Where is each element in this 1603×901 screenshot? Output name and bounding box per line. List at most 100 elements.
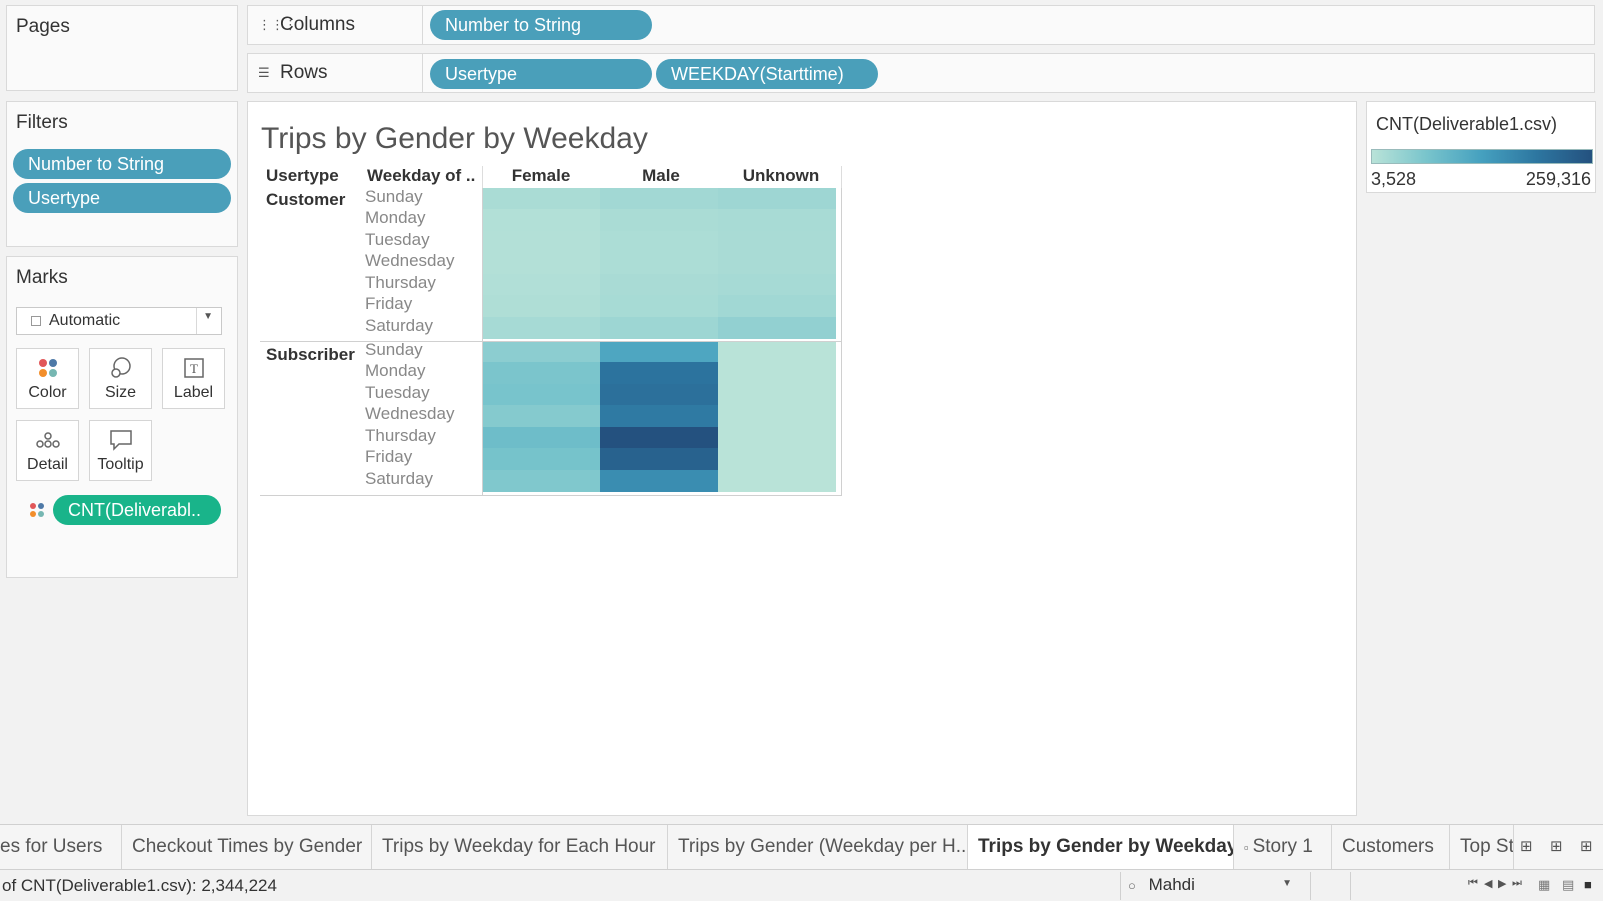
- header-unknown[interactable]: Unknown: [722, 166, 840, 186]
- group-subscriber[interactable]: Subscriber: [266, 345, 355, 365]
- heatmap-cell-subscriber-thursday-unknown[interactable]: [718, 426, 836, 449]
- viz-area[interactable]: Trips by Gender by Weekday Usertype Week…: [247, 101, 1357, 816]
- size-button[interactable]: Size: [89, 348, 152, 409]
- heatmap-cell-subscriber-sunday-male[interactable]: [600, 341, 718, 364]
- rows-shelf[interactable]: ☰ Rows Usertype WEEKDAY(Starttime): [247, 53, 1595, 93]
- heatmap-cell-customer-saturday-male[interactable]: [600, 316, 718, 339]
- heatmap-cell-customer-sunday-female[interactable]: [482, 188, 600, 211]
- group-customer[interactable]: Customer: [266, 190, 345, 210]
- weekday-label[interactable]: Friday: [365, 447, 412, 467]
- tab-trips-by-gender-by-weekday[interactable]: Trips by Gender by Weekday: [968, 825, 1234, 870]
- tabs-view-icon[interactable]: ■: [1584, 877, 1592, 892]
- tab-trips-by-weekday-hour[interactable]: Trips by Weekday for Each Hour: [372, 825, 668, 870]
- weekday-label[interactable]: Sunday: [365, 340, 423, 360]
- tab-trips-by-gender-weekday-per-hour[interactable]: Trips by Gender (Weekday per H...: [668, 825, 968, 870]
- heatmap-cell-customer-saturday-unknown[interactable]: [718, 316, 836, 339]
- color-legend[interactable]: CNT(Deliverable1.csv) 3,528 259,316: [1366, 101, 1596, 193]
- mark-type-dropdown[interactable]: Automatic ▼: [16, 307, 222, 335]
- rows-pill-usertype[interactable]: Usertype: [430, 59, 652, 89]
- pages-panel[interactable]: Pages: [6, 5, 238, 91]
- heatmap-cell-subscriber-friday-female[interactable]: [482, 448, 600, 471]
- heatmap-cell-subscriber-wednesday-unknown[interactable]: [718, 405, 836, 428]
- heatmap-cell-subscriber-wednesday-female[interactable]: [482, 405, 600, 428]
- heatmap-cell-customer-friday-unknown[interactable]: [718, 295, 836, 318]
- heatmap-cell-customer-tuesday-female[interactable]: [482, 230, 600, 253]
- filter-pill-number-to-string[interactable]: Number to String: [13, 149, 231, 179]
- heatmap-cell-customer-friday-male[interactable]: [600, 295, 718, 318]
- last-sheet-icon[interactable]: ⏭: [1512, 877, 1522, 890]
- header-male[interactable]: Male: [602, 166, 720, 186]
- rows-pill-weekday[interactable]: WEEKDAY(Starttime): [656, 59, 878, 89]
- heatmap-cell-subscriber-sunday-unknown[interactable]: [718, 341, 836, 364]
- heatmap-cell-customer-thursday-male[interactable]: [600, 273, 718, 296]
- weekday-label[interactable]: Tuesday: [365, 230, 430, 250]
- new-story-icon[interactable]: ⊞: [1580, 837, 1593, 855]
- heatmap-cell-subscriber-friday-male[interactable]: [600, 448, 718, 471]
- heatmap-cell-customer-tuesday-unknown[interactable]: [718, 230, 836, 253]
- heatmap-cell-subscriber-saturday-male[interactable]: [600, 469, 718, 492]
- columns-shelf[interactable]: ⋮⋮⋮ Columns Number to String: [247, 5, 1595, 45]
- heatmap-cell-subscriber-monday-female[interactable]: [482, 362, 600, 385]
- heatmap-cell-customer-saturday-female[interactable]: [482, 316, 600, 339]
- heatmap-cell-customer-tuesday-male[interactable]: [600, 230, 718, 253]
- heatmap-cell-customer-sunday-male[interactable]: [600, 188, 718, 211]
- heatmap-cell-subscriber-tuesday-unknown[interactable]: [718, 383, 836, 406]
- heatmap-cell-customer-friday-female[interactable]: [482, 295, 600, 318]
- heatmap-cell-subscriber-monday-male[interactable]: [600, 362, 718, 385]
- heatmap-cell-subscriber-monday-unknown[interactable]: [718, 362, 836, 385]
- heatmap-cell-customer-wednesday-female[interactable]: [482, 252, 600, 275]
- user-menu[interactable]: ○ Mahdi ▼: [1128, 875, 1298, 897]
- color-button[interactable]: Color: [16, 348, 79, 409]
- heatmap-cell-subscriber-thursday-male[interactable]: [600, 426, 718, 449]
- heatmap-cell-customer-sunday-unknown[interactable]: [718, 188, 836, 211]
- filter-pill-usertype[interactable]: Usertype: [13, 183, 231, 213]
- heatmap-cell-subscriber-wednesday-male[interactable]: [600, 405, 718, 428]
- filters-panel[interactable]: Filters Number to String Usertype: [6, 101, 238, 247]
- heatmap-cell-customer-monday-female[interactable]: [482, 209, 600, 232]
- weekday-label[interactable]: Monday: [365, 208, 425, 228]
- heatmap-cell-customer-thursday-female[interactable]: [482, 273, 600, 296]
- heatmap-cell-customer-monday-male[interactable]: [600, 209, 718, 232]
- weekday-label[interactable]: Wednesday: [365, 404, 454, 424]
- tab-times-for-users[interactable]: es for Users: [0, 825, 122, 870]
- tab-top-stations[interactable]: Top St: [1450, 825, 1514, 870]
- weekday-label[interactable]: Tuesday: [365, 383, 430, 403]
- weekday-label[interactable]: Friday: [365, 294, 412, 314]
- heatmap-cell-customer-wednesday-male[interactable]: [600, 252, 718, 275]
- heatmap-cell-customer-thursday-unknown[interactable]: [718, 273, 836, 296]
- filmstrip-view-icon[interactable]: ▤: [1562, 877, 1574, 893]
- detail-button[interactable]: Detail: [16, 420, 79, 481]
- header-female[interactable]: Female: [482, 166, 600, 186]
- heatmap-cell-subscriber-sunday-female[interactable]: [482, 341, 600, 364]
- weekday-label[interactable]: Saturday: [365, 316, 433, 336]
- grid-view-icon[interactable]: ▦: [1538, 877, 1550, 893]
- heatmap-cell-customer-wednesday-unknown[interactable]: [718, 252, 836, 275]
- tooltip-button[interactable]: Tooltip: [89, 420, 152, 481]
- tab-customers[interactable]: Customers: [1332, 825, 1450, 870]
- columns-pill-number-to-string[interactable]: Number to String: [430, 10, 652, 40]
- heatmap-cell-subscriber-friday-unknown[interactable]: [718, 448, 836, 471]
- weekday-label[interactable]: Thursday: [365, 426, 436, 446]
- weekday-label[interactable]: Wednesday: [365, 251, 454, 271]
- heatmap-cell-subscriber-saturday-unknown[interactable]: [718, 469, 836, 492]
- heatmap-cell-customer-monday-unknown[interactable]: [718, 209, 836, 232]
- heatmap-cell-subscriber-saturday-female[interactable]: [482, 469, 600, 492]
- prev-sheet-icon[interactable]: ◀: [1484, 877, 1492, 890]
- first-sheet-icon[interactable]: ⏮: [1468, 877, 1478, 890]
- header-weekday[interactable]: Weekday of ..: [367, 166, 475, 186]
- weekday-label[interactable]: Thursday: [365, 273, 436, 293]
- heatmap-cell-subscriber-tuesday-female[interactable]: [482, 383, 600, 406]
- heatmap-cell-subscriber-tuesday-male[interactable]: [600, 383, 718, 406]
- new-dashboard-icon[interactable]: ⊞: [1550, 837, 1563, 855]
- chevron-down-icon[interactable]: ▼: [203, 311, 213, 322]
- tab-story-1[interactable]: ▫ Story 1: [1234, 825, 1332, 870]
- new-worksheet-icon[interactable]: ⊞: [1520, 837, 1533, 855]
- heatmap-cell-subscriber-thursday-female[interactable]: [482, 426, 600, 449]
- label-button[interactable]: T Label: [162, 348, 225, 409]
- marks-field-pill[interactable]: CNT(Deliverabl..: [53, 495, 221, 525]
- weekday-label[interactable]: Monday: [365, 361, 425, 381]
- weekday-label[interactable]: Saturday: [365, 469, 433, 489]
- next-sheet-icon[interactable]: ▶: [1498, 877, 1506, 890]
- weekday-label[interactable]: Sunday: [365, 187, 423, 207]
- tab-checkout-times-by-gender[interactable]: Checkout Times by Gender: [122, 825, 372, 870]
